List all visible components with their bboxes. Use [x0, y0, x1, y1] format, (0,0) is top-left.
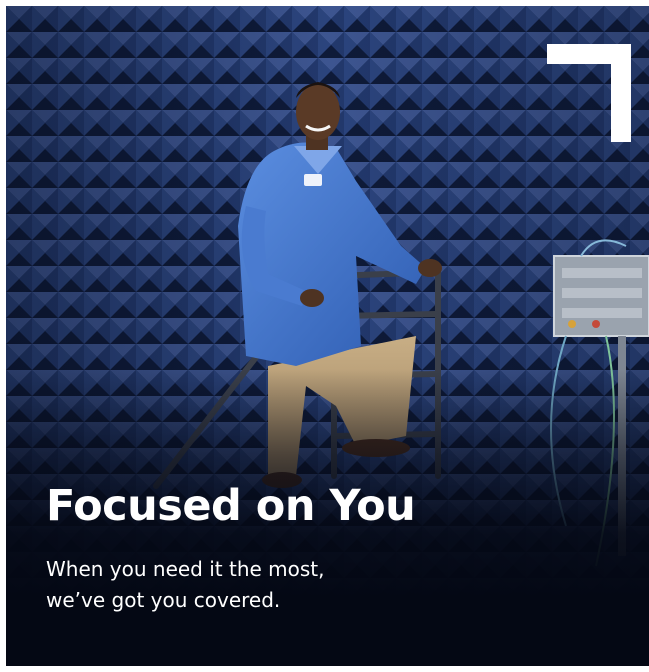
- hero-subline: When you need it the most, we’ve got you…: [46, 554, 325, 616]
- hero-headline: Focused on You: [46, 481, 416, 531]
- page-frame: Focused on You When you need it the most…: [0, 0, 649, 672]
- bracket-logo-mark-icon: [547, 44, 631, 142]
- hero-card: Focused on You When you need it the most…: [6, 6, 649, 666]
- hero-subline-line-2: we’ve got you covered.: [46, 588, 281, 612]
- hero-subline-line-1: When you need it the most,: [46, 557, 325, 581]
